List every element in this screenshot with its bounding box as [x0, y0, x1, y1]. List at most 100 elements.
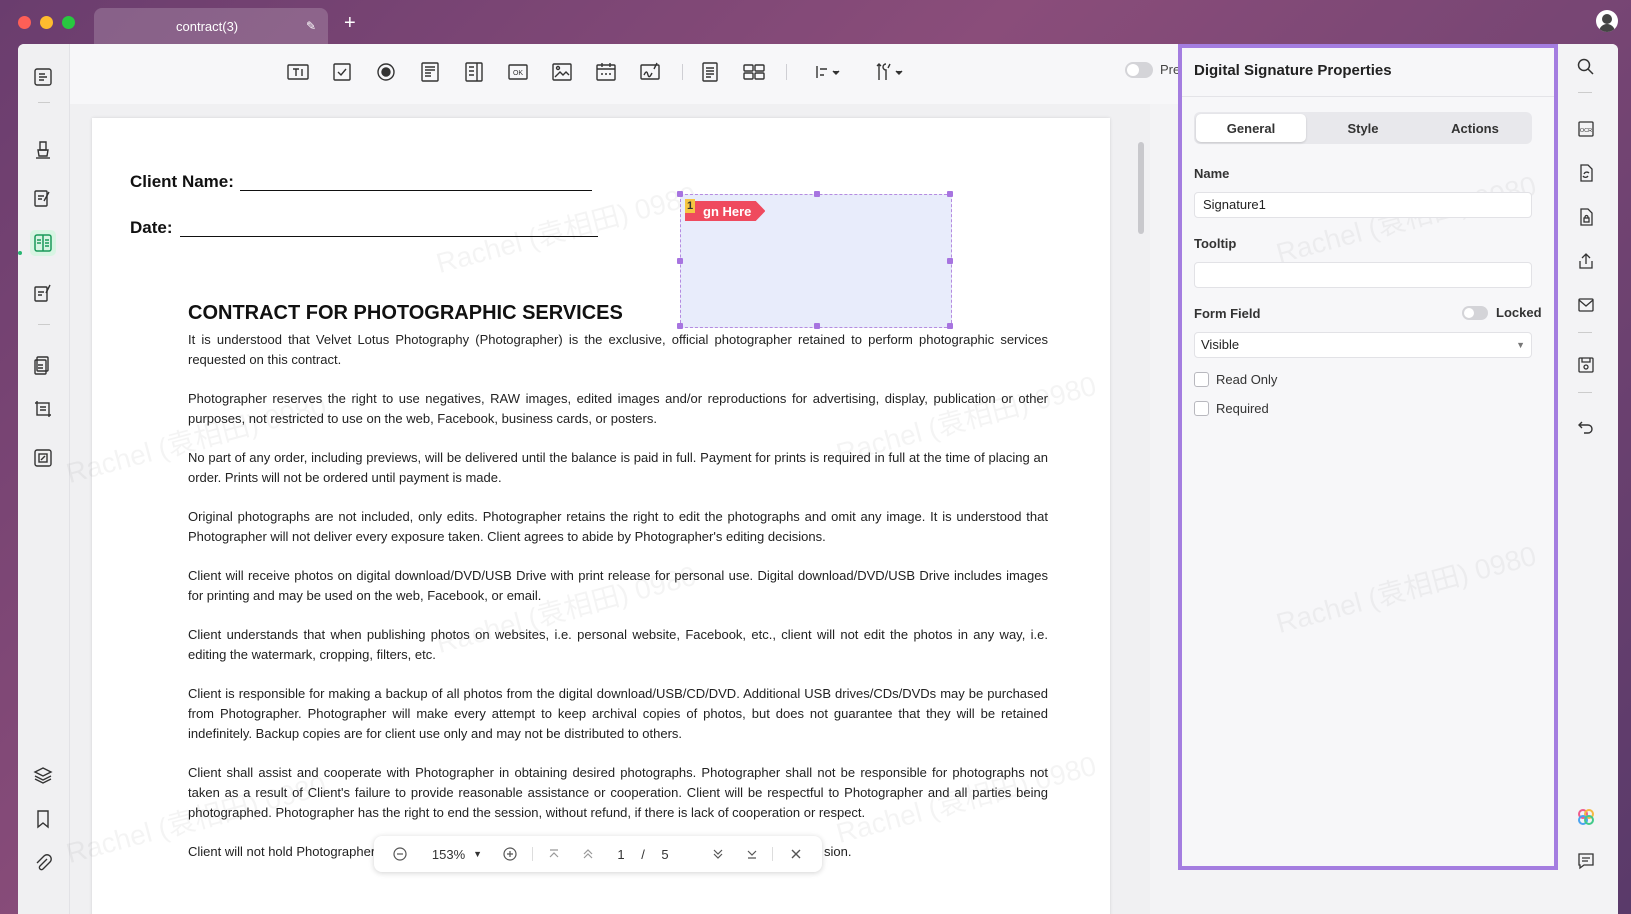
fill-sign-icon[interactable]: [30, 280, 56, 306]
contract-title: CONTRACT FOR PHOTOGRAPHIC SERVICES: [188, 302, 623, 324]
details-icon[interactable]: [696, 58, 724, 86]
page-navigation-bar: 153% ▼ 1 / 5: [374, 836, 822, 872]
undo-icon[interactable]: [1575, 416, 1597, 438]
signature-field[interactable]: gn Here 1: [677, 191, 953, 329]
left-sidebar: [18, 44, 70, 914]
title-bar: contract(3) ✎ +: [0, 0, 1631, 44]
name-input[interactable]: Signature1: [1194, 192, 1532, 218]
zoom-out-icon[interactable]: [386, 836, 414, 872]
contract-paragraph: Client will not hold Photographer: [188, 844, 376, 859]
tooltip-input[interactable]: [1194, 262, 1532, 288]
total-pages: 5: [661, 846, 669, 862]
contract-paragraph: sion.: [824, 844, 852, 859]
preview-toggle[interactable]: [1125, 62, 1153, 78]
document-tab-title: contract(3): [176, 18, 239, 34]
bookmark-icon[interactable]: [30, 806, 56, 832]
name-label: Name: [1194, 166, 1230, 181]
tab-style[interactable]: Style: [1308, 114, 1418, 142]
date-label: Date:: [130, 218, 173, 237]
next-page-icon[interactable]: [704, 836, 732, 872]
locked-toggle[interactable]: [1462, 306, 1488, 320]
resize-handle[interactable]: [677, 323, 683, 329]
ai-assistant-icon[interactable]: [1575, 806, 1597, 828]
prepare-form-icon[interactable]: [30, 230, 56, 256]
properties-panel: Rachel (袁相田) 0980 Rachel (袁相田) 0980 Digi…: [1178, 44, 1558, 870]
form-toolbar: OK Preview: [70, 44, 1206, 104]
resize-handle[interactable]: [947, 191, 953, 197]
previous-page-icon[interactable]: [574, 836, 602, 872]
required-checkbox[interactable]: [1194, 401, 1209, 416]
current-page-input[interactable]: 1: [610, 836, 632, 872]
right-rail: OCR: [1558, 44, 1618, 914]
contract-paragraph: It is understood that Velvet Lotus Photo…: [188, 332, 1048, 367]
new-tab-button[interactable]: +: [344, 12, 356, 35]
chevron-down-icon: ▼: [1516, 340, 1525, 350]
signature-field-icon[interactable]: [636, 58, 664, 86]
visibility-select[interactable]: Visible ▼: [1194, 332, 1532, 358]
reader-icon[interactable]: [30, 64, 56, 90]
list-box-icon[interactable]: [416, 58, 444, 86]
align-icon[interactable]: [808, 58, 848, 86]
protect-icon[interactable]: [1575, 206, 1597, 228]
pages-tool-icon[interactable]: [30, 445, 56, 471]
first-page-icon[interactable]: [540, 836, 568, 872]
svg-text:OCR: OCR: [1580, 128, 1592, 134]
read-only-label: Read Only: [1216, 372, 1278, 387]
resize-handle[interactable]: [814, 323, 820, 329]
zoom-in-icon[interactable]: [496, 836, 524, 872]
watermark: Rachel (袁相田) 0980: [1271, 534, 1540, 642]
tab-general[interactable]: General: [1196, 114, 1306, 142]
text-field-icon[interactable]: [284, 58, 312, 86]
checkbox-icon[interactable]: [328, 58, 356, 86]
grid-icon[interactable]: [740, 58, 768, 86]
contract-paragraph: Client is responsible for making a backu…: [188, 686, 1048, 741]
comment-highlighter-icon[interactable]: [30, 136, 56, 162]
document-tab[interactable]: contract(3) ✎: [94, 8, 328, 44]
comments-icon[interactable]: [1575, 850, 1597, 872]
sign-here-tag[interactable]: gn Here: [685, 201, 766, 221]
form-field-label: Form Field: [1194, 306, 1261, 321]
save-icon[interactable]: [1575, 354, 1597, 376]
date-line[interactable]: [180, 236, 598, 237]
resize-handle[interactable]: [947, 323, 953, 329]
dropdown-icon[interactable]: [460, 58, 488, 86]
watermark: Rachel (袁相田) 0980: [1271, 164, 1540, 272]
close-icon[interactable]: [782, 836, 810, 872]
edit-pdf-icon[interactable]: [30, 185, 56, 211]
share-icon[interactable]: [1575, 250, 1597, 272]
email-icon[interactable]: [1575, 294, 1597, 316]
last-page-icon[interactable]: [738, 836, 766, 872]
layers-icon[interactable]: [30, 762, 56, 788]
minimize-window-button[interactable]: [40, 16, 53, 29]
zoom-level-select[interactable]: 153% ▼: [422, 836, 492, 872]
resize-handle[interactable]: [814, 191, 820, 197]
date-field-icon[interactable]: [592, 58, 620, 86]
close-window-button[interactable]: [18, 16, 31, 29]
pencil-icon[interactable]: ✎: [306, 19, 316, 33]
radio-button-icon[interactable]: [372, 58, 400, 86]
avatar[interactable]: [1596, 10, 1618, 32]
ocr-icon[interactable]: OCR: [1575, 118, 1597, 140]
signature-field-number: 1: [685, 199, 695, 213]
tab-actions[interactable]: Actions: [1420, 114, 1530, 142]
resize-handle[interactable]: [947, 258, 953, 264]
properties-title: Digital Signature Properties: [1194, 62, 1392, 79]
convert-icon[interactable]: [1575, 162, 1597, 184]
maximize-window-button[interactable]: [62, 16, 75, 29]
resize-handle[interactable]: [677, 191, 683, 197]
contract-paragraph: Original photographs are not included, o…: [188, 509, 1048, 544]
contract-paragraph: Photographer reserves the right to use n…: [188, 391, 1048, 426]
client-name-line[interactable]: [240, 190, 592, 191]
vertical-scrollbar[interactable]: [1138, 142, 1144, 234]
image-field-icon[interactable]: [548, 58, 576, 86]
document-page: Rachel (袁相田) 0980 Rachel (袁相田) 0980 Rach…: [63, 118, 1110, 914]
attachment-icon[interactable]: [30, 850, 56, 876]
read-only-checkbox[interactable]: [1194, 372, 1209, 387]
organize-pages-icon[interactable]: [30, 352, 56, 378]
crop-icon[interactable]: [30, 396, 56, 422]
document-viewer: Rachel (袁相田) 0980 Rachel (袁相田) 0980 Rach…: [63, 104, 1150, 914]
resize-handle[interactable]: [677, 258, 683, 264]
button-icon[interactable]: OK: [504, 58, 532, 86]
tools-icon[interactable]: [870, 58, 910, 86]
search-icon[interactable]: [1575, 56, 1597, 78]
